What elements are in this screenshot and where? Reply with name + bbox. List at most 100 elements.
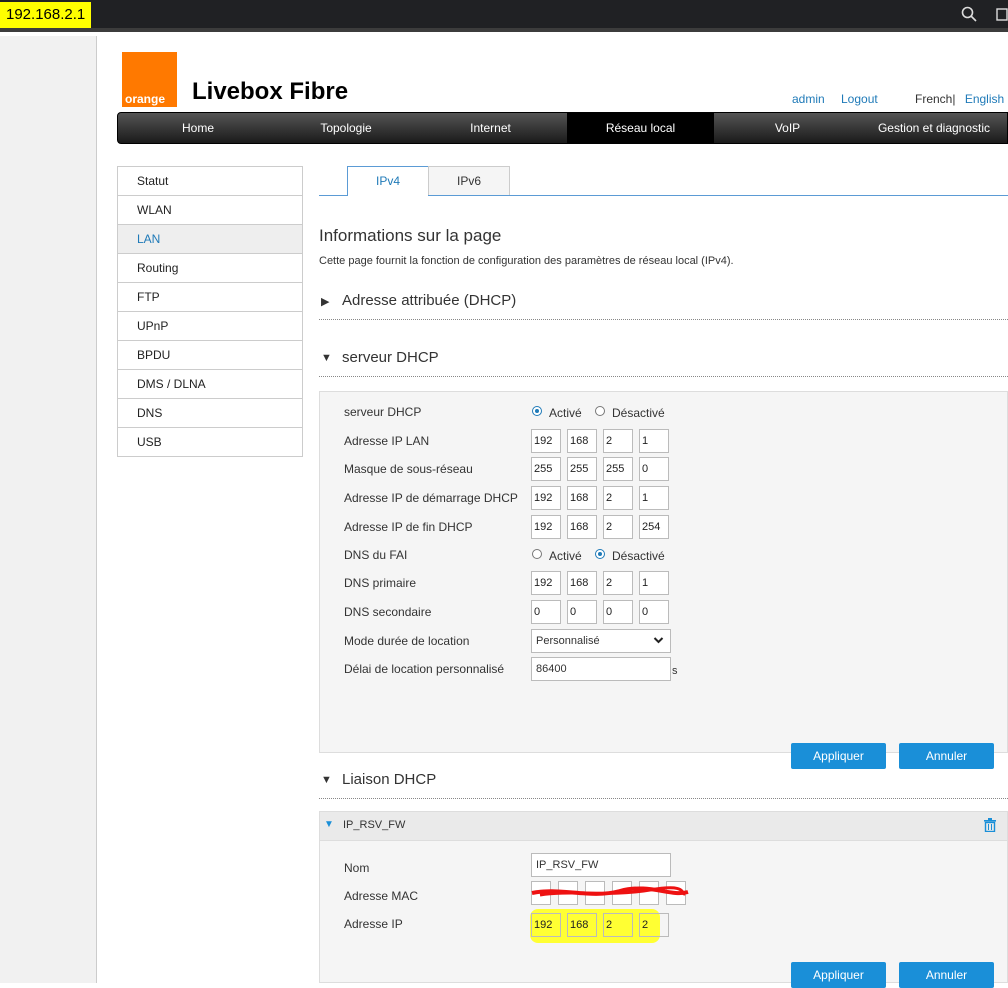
dns2-octet-1[interactable]: 0 bbox=[531, 600, 561, 624]
nav-tab-voip[interactable]: VoIP bbox=[714, 113, 861, 143]
ip-version-tabs: IPv4 IPv6 bbox=[319, 166, 1008, 196]
lan-ip-octet-3[interactable]: 2 bbox=[603, 429, 633, 453]
mask-octet-1[interactable]: 255 bbox=[531, 457, 561, 481]
field-label: Adresse IP bbox=[344, 917, 403, 931]
dns1-octet-4[interactable]: 1 bbox=[639, 571, 669, 595]
sidebar: Statut WLAN LAN Routing FTP UPnP BPDU DM… bbox=[117, 166, 303, 457]
sidebar-item-usb[interactable]: USB bbox=[118, 428, 302, 456]
install-icon[interactable] bbox=[996, 6, 1008, 27]
end-ip-octet-4[interactable]: 254 bbox=[639, 515, 669, 539]
sidebar-item-ftp[interactable]: FTP bbox=[118, 283, 302, 312]
section-dhcp-server[interactable]: ▼ serveur DHCP bbox=[319, 346, 1008, 377]
mask-octet-3[interactable]: 255 bbox=[603, 457, 633, 481]
browser-toolbar: 192.168.2.1 bbox=[0, 0, 1008, 32]
binding-name-input[interactable]: IP_RSV_FW bbox=[531, 853, 671, 877]
end-ip-octet-1[interactable]: 192 bbox=[531, 515, 561, 539]
tab-ipv6[interactable]: IPv6 bbox=[428, 166, 510, 195]
sidebar-item-dms-dlna[interactable]: DMS / DLNA bbox=[118, 370, 302, 399]
radio-server-inactive[interactable] bbox=[595, 406, 605, 416]
binding-cancel-button[interactable]: Annuler bbox=[899, 962, 994, 988]
trash-icon[interactable] bbox=[984, 818, 996, 835]
end-ip-octet-2[interactable]: 168 bbox=[567, 515, 597, 539]
redaction-scribble bbox=[531, 886, 689, 897]
page-title: Informations sur la page bbox=[319, 226, 502, 245]
dns2-octet-4[interactable]: 0 bbox=[639, 600, 669, 624]
section-assigned-address[interactable]: ▶ Adresse attribuée (DHCP) bbox=[319, 289, 1008, 320]
dns1-octet-3[interactable]: 2 bbox=[603, 571, 633, 595]
binding-entry-name: IP_RSV_FW bbox=[343, 819, 406, 831]
binding-ip-octet-4[interactable]: 2 bbox=[639, 913, 669, 937]
dns1-octet-1[interactable]: 192 bbox=[531, 571, 561, 595]
sidebar-item-bpdu[interactable]: BPDU bbox=[118, 341, 302, 370]
field-label: DNS du FAI bbox=[344, 548, 408, 562]
radio-label: Désactivé bbox=[612, 549, 665, 563]
sidebar-item-routing[interactable]: Routing bbox=[118, 254, 302, 283]
field-label: Adresse IP de fin DHCP bbox=[344, 520, 473, 534]
lan-ip-octet-4[interactable]: 1 bbox=[639, 429, 669, 453]
page-description: Cette page fournit la fonction de config… bbox=[319, 255, 734, 267]
sidebar-item-statut[interactable]: Statut bbox=[118, 167, 302, 196]
sidebar-item-wlan[interactable]: WLAN bbox=[118, 196, 302, 225]
address-bar[interactable]: 192.168.2.1 bbox=[0, 2, 92, 28]
lang-french[interactable]: French bbox=[915, 92, 952, 106]
nav-tab-home[interactable]: Home bbox=[118, 113, 278, 143]
apply-button[interactable]: Appliquer bbox=[791, 743, 886, 769]
lease-time-input[interactable]: 86400 bbox=[531, 657, 671, 681]
mask-octet-2[interactable]: 255 bbox=[567, 457, 597, 481]
nav-tab-gestion[interactable]: Gestion et diagnostic bbox=[861, 113, 1007, 143]
main-nav: Home Topologie Internet Réseau local VoI… bbox=[117, 112, 1008, 144]
dhcp-server-panel: serveur DHCP Activé Désactivé Adresse IP… bbox=[319, 391, 1008, 769]
collapse-down-icon: ▼ bbox=[321, 352, 332, 364]
binding-ip-octet-1[interactable]: 192 bbox=[531, 913, 561, 937]
start-ip-octet-2[interactable]: 168 bbox=[567, 486, 597, 510]
radio-label: Activé bbox=[549, 406, 582, 420]
dns2-octet-2[interactable]: 0 bbox=[567, 600, 597, 624]
start-ip-octet-1[interactable]: 192 bbox=[531, 486, 561, 510]
field-label: Mode durée de location bbox=[344, 634, 470, 648]
router-admin-page: orange Livebox Fibre admin Logout French… bbox=[97, 36, 1008, 988]
lan-ip-octet-2[interactable]: 168 bbox=[567, 429, 597, 453]
nav-tab-topologie[interactable]: Topologie bbox=[278, 113, 414, 143]
orange-logo: orange bbox=[122, 52, 177, 107]
sidebar-item-lan[interactable]: LAN bbox=[118, 225, 302, 254]
lan-ip-octet-1[interactable]: 192 bbox=[531, 429, 561, 453]
collapse-down-icon: ▼ bbox=[321, 774, 332, 786]
dhcp-binding-panel: ▼ IP_RSV_FW Nom IP_RSV_FW Adresse MAC Ad… bbox=[319, 811, 1008, 988]
logout-link[interactable]: Logout bbox=[841, 92, 878, 106]
binding-ip-octet-3[interactable]: 2 bbox=[603, 913, 633, 937]
end-ip-octet-3[interactable]: 2 bbox=[603, 515, 633, 539]
dns1-octet-2[interactable]: 168 bbox=[567, 571, 597, 595]
brand-title: Livebox Fibre bbox=[192, 78, 349, 105]
radio-dns-isp-inactive[interactable] bbox=[595, 549, 605, 559]
tab-ipv4[interactable]: IPv4 bbox=[347, 166, 429, 196]
field-label: DNS primaire bbox=[344, 576, 417, 590]
mask-octet-4[interactable]: 0 bbox=[639, 457, 669, 481]
radio-dns-isp-active[interactable] bbox=[532, 549, 542, 559]
lease-mode-select[interactable]: Personnalisé bbox=[531, 629, 671, 653]
nav-tab-internet[interactable]: Internet bbox=[414, 113, 567, 143]
field-label: Délai de location personnalisé bbox=[344, 662, 505, 676]
sidebar-item-dns[interactable]: DNS bbox=[118, 399, 302, 428]
lang-english[interactable]: English bbox=[965, 92, 1004, 106]
binding-ip-octet-2[interactable]: 168 bbox=[567, 913, 597, 937]
page-gutter bbox=[0, 36, 97, 983]
zoom-icon[interactable] bbox=[961, 6, 977, 27]
field-label: DNS secondaire bbox=[344, 605, 432, 619]
nav-tab-reseau-local[interactable]: Réseau local bbox=[567, 113, 714, 143]
field-label: Nom bbox=[344, 861, 370, 875]
section-dhcp-binding[interactable]: ▼ Liaison DHCP bbox=[319, 768, 1008, 799]
field-label: Adresse MAC bbox=[344, 889, 419, 903]
sidebar-item-upnp[interactable]: UPnP bbox=[118, 312, 302, 341]
radio-label: Activé bbox=[549, 549, 582, 563]
radio-label: Désactivé bbox=[612, 406, 665, 420]
start-ip-octet-4[interactable]: 1 bbox=[639, 486, 669, 510]
binding-apply-button[interactable]: Appliquer bbox=[791, 962, 886, 988]
start-ip-octet-3[interactable]: 2 bbox=[603, 486, 633, 510]
dns2-octet-3[interactable]: 0 bbox=[603, 600, 633, 624]
cancel-button[interactable]: Annuler bbox=[899, 743, 994, 769]
admin-link[interactable]: admin bbox=[792, 92, 825, 106]
lease-unit: s bbox=[672, 665, 678, 677]
binding-entry-header[interactable]: ▼ IP_RSV_FW bbox=[320, 812, 1007, 841]
field-label: Masque de sous-réseau bbox=[344, 462, 473, 476]
radio-server-active[interactable] bbox=[532, 406, 542, 416]
